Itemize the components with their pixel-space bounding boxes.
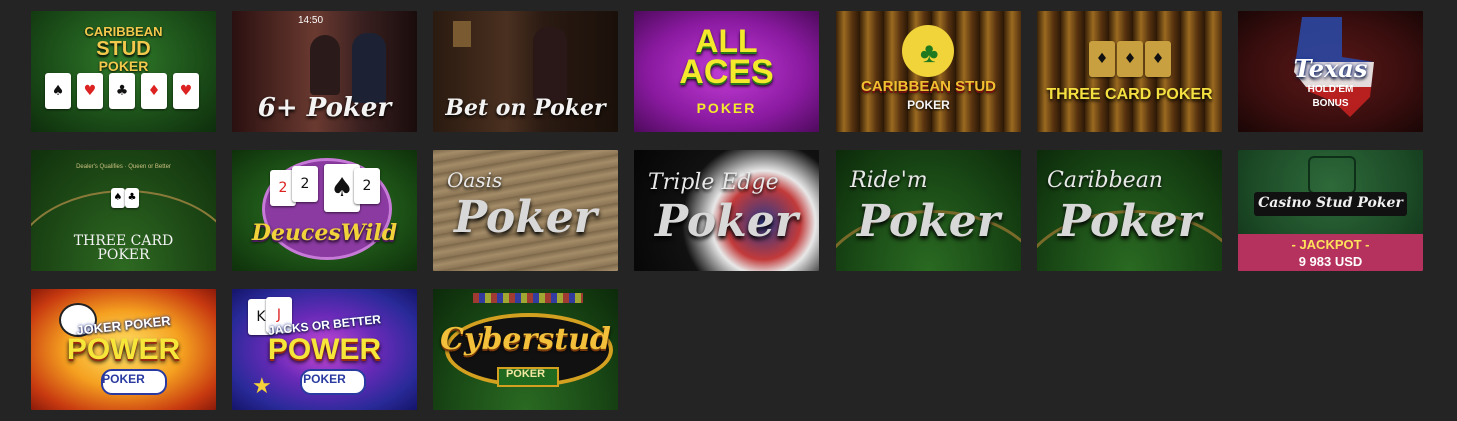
game-title-line3: BONUS <box>1312 98 1349 109</box>
game-tile-casino-stud-poker[interactable]: Casino Stud Poker - JACKPOT - 9 983 USD <box>1238 150 1423 271</box>
game-title-line2: HOLD'EM <box>1307 84 1354 95</box>
playing-card-icon: ♦ <box>1145 41 1171 77</box>
playing-card-icon: ♥ <box>173 73 199 109</box>
game-title-line3: POKER <box>102 372 145 386</box>
game-title: THREE CARD POKER <box>1046 86 1213 103</box>
game-tile-joker-poker-power[interactable]: JOKER POKER POWER POKER <box>31 289 216 410</box>
game-title: Casino Stud Poker <box>1258 195 1403 211</box>
game-title: CARIBBEAN STUD <box>861 78 996 95</box>
game-tile-jacks-or-better-power[interactable]: K J JACKS OR BETTER POWER ★ POKER <box>232 289 417 410</box>
game-title-line2: Poker <box>655 196 798 247</box>
game-tile-cyberstud-poker[interactable]: Cyberstud POKER <box>433 289 618 410</box>
game-title-line2: POKER <box>97 247 150 263</box>
game-title-line2: ACES <box>679 53 774 91</box>
game-tile-all-aces-poker[interactable]: ALL ACES POKER <box>634 11 819 132</box>
playing-card-icon: ♦ <box>141 73 167 109</box>
game-tile-texas-holdem-bonus[interactable]: Texas HOLD'EM BONUS <box>1238 11 1423 132</box>
game-title: Texas <box>1293 54 1368 83</box>
game-title-line2: POKER <box>907 98 950 112</box>
playing-card-icon: ♥ <box>77 73 103 109</box>
game-title: THREE CARD <box>73 233 174 249</box>
game-title-line2: Poker <box>1058 196 1201 247</box>
game-title: DeucesWild <box>251 220 398 246</box>
jackpot-value: 9 983 USD <box>1298 254 1363 269</box>
playing-card-icon: ♣ <box>109 73 135 109</box>
game-title-line2: POWER <box>267 333 382 366</box>
playing-card-icon: ♣ <box>125 188 139 208</box>
clock-display: 14:50 <box>298 15 324 26</box>
game-title: CARIBBEAN <box>84 24 163 39</box>
game-grid: CARIBBEAN STUD POKER ♠ ♥ ♣ ♦ ♥ 14:50 6+ … <box>0 0 1457 421</box>
game-tile-three-card-poker[interactable]: ♦ ♦ ♦ THREE CARD POKER <box>1037 11 1222 132</box>
chip-rack <box>473 293 583 303</box>
game-title-line3: POKER <box>98 58 149 74</box>
game-title-line2: STUD <box>96 38 151 60</box>
lamp-shape <box>453 21 471 47</box>
playing-card-icon: 2 <box>292 166 318 202</box>
game-tile-oasis-poker[interactable]: Oasis Poker <box>433 150 618 271</box>
game-title: Bet on Poker <box>445 95 606 121</box>
dealer-figure <box>533 27 567 101</box>
game-tile-three-card-poker-2[interactable]: Dealer's Qualifies · Queen or Better ♠ ♣… <box>31 150 216 271</box>
crest-icon <box>1308 156 1356 194</box>
game-title-line2: POWER <box>66 333 181 366</box>
playing-card-icon: ♠ <box>45 73 71 109</box>
game-tile-caribbean-poker[interactable]: Caribbean Poker <box>1037 150 1222 271</box>
playing-card-icon: ♦ <box>1089 41 1115 77</box>
game-tile-bet-on-poker[interactable]: Bet on Poker <box>433 11 618 132</box>
game-tile-triple-edge-poker[interactable]: Triple Edge Poker <box>634 150 819 271</box>
game-title: Ride'm <box>850 168 928 193</box>
game-tile-ride-em-poker[interactable]: Ride'm Poker <box>836 150 1021 271</box>
game-title-line2: Poker <box>857 196 1000 247</box>
game-title-line2: Poker <box>454 192 597 243</box>
felt-text: Dealer's Qualifies · Queen or Better <box>76 164 171 170</box>
game-title: Caribbean <box>1047 168 1163 193</box>
jackpot-label: - JACKPOT - <box>1291 237 1370 252</box>
jackpot-banner: - JACKPOT - 9 983 USD <box>1238 234 1423 271</box>
game-title-line3: POKER <box>303 372 346 386</box>
game-tile-caribbean-stud-poker[interactable]: CARIBBEAN STUD POKER ♠ ♥ ♣ ♦ ♥ <box>31 11 216 132</box>
dealer-figure <box>310 35 340 95</box>
game-title-line2: POKER <box>505 368 546 380</box>
palm-tree-icon: ♣ <box>920 37 939 68</box>
game-title: Cyberstud <box>440 322 611 357</box>
playing-card-icon: ♠ <box>111 188 125 208</box>
game-tile-six-plus-poker[interactable]: 14:50 6+ Poker <box>232 11 417 132</box>
game-tile-deuces-wild[interactable]: 2 2 ♠ 2 DeucesWild <box>232 150 417 271</box>
playing-card-icon: 2 <box>354 168 380 204</box>
game-title-line3: POKER <box>696 100 757 116</box>
game-title: Oasis <box>447 168 503 192</box>
game-title: Triple Edge <box>648 170 779 195</box>
playing-card-icon: ♦ <box>1117 41 1143 77</box>
game-tile-caribbean-stud-poker-2[interactable]: ♣ CARIBBEAN STUD POKER <box>836 11 1021 132</box>
game-title: 6+ Poker <box>257 93 392 123</box>
